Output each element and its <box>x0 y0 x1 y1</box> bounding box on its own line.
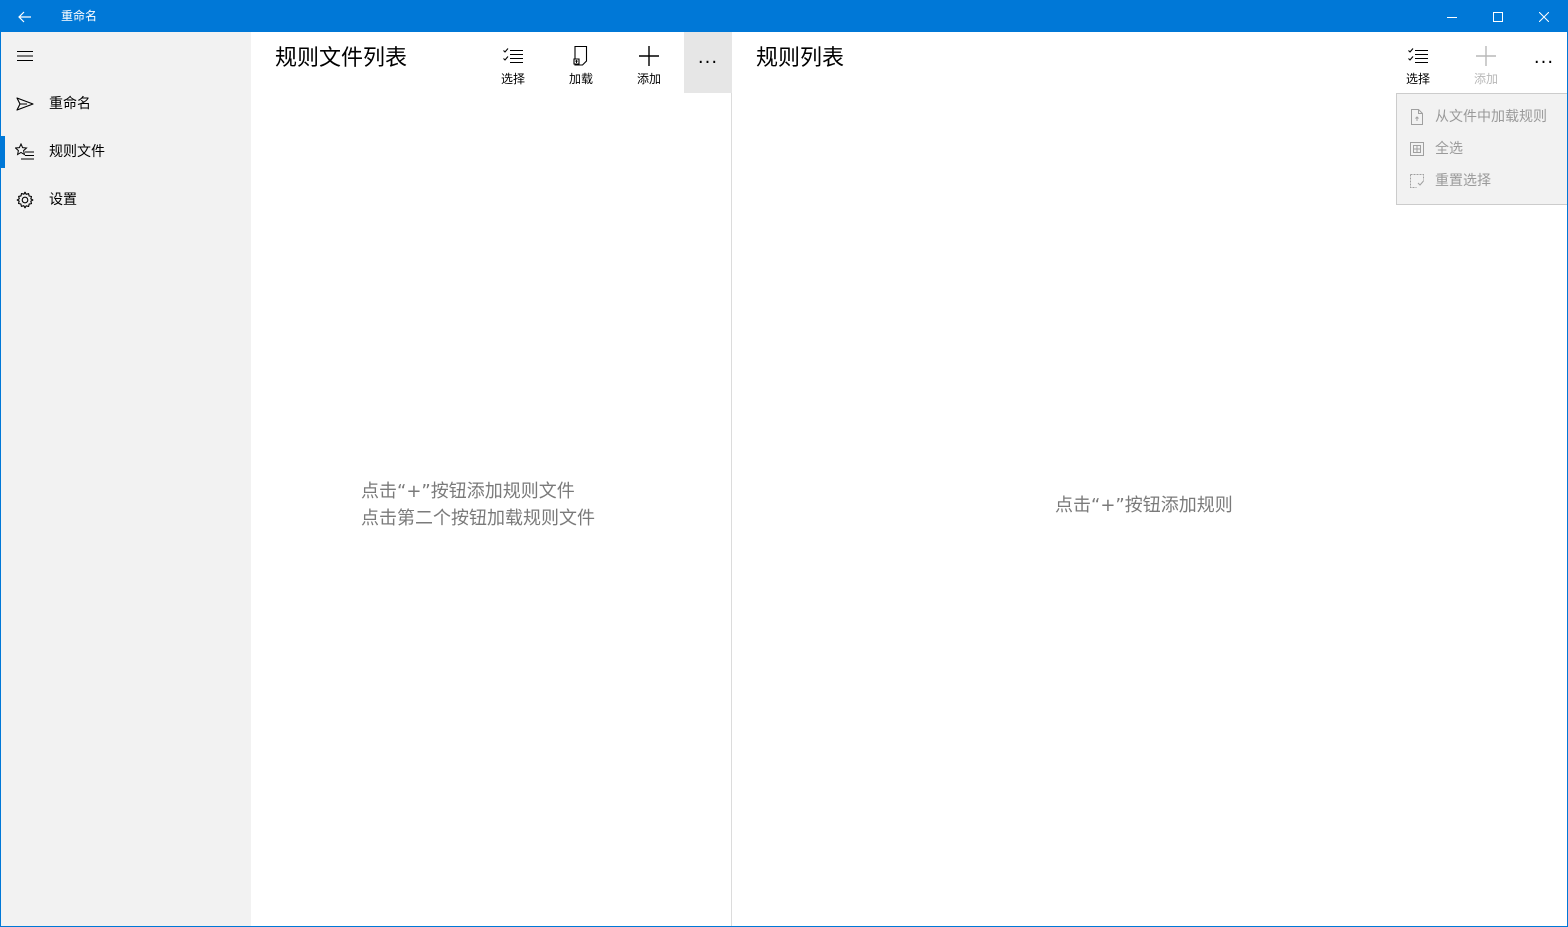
minimize-button[interactable] <box>1429 1 1475 32</box>
nav-item-label: 设置 <box>49 192 77 208</box>
menu-toggle-button[interactable] <box>1 32 49 80</box>
clear-selection-icon <box>1409 173 1425 189</box>
menu-item-label: 全选 <box>1435 141 1463 157</box>
select-label: 选择 <box>500 72 525 86</box>
gear-icon <box>15 190 35 210</box>
nav-item-label: 重命名 <box>49 96 91 112</box>
menu-item-reset-selection[interactable]: 重置选择 <box>1397 165 1567 197</box>
navigation-pane: 重命名 规则文件 设置 <box>1 32 251 926</box>
empty-hint-line-2: 点击第二个按钮加载规则文件 <box>361 508 595 529</box>
back-arrow-icon <box>18 11 31 22</box>
add-label: 添加 <box>1473 72 1498 86</box>
rule-files-panel: 规则文件列表 选择 加载 添加 ··· 点击“+”按钮添加规则文件 点击第二个按… <box>251 32 732 926</box>
nav-item-label: 规则文件 <box>49 144 105 160</box>
minimize-icon <box>1447 16 1457 18</box>
select-all-icon <box>1409 141 1425 157</box>
close-button[interactable] <box>1521 1 1567 32</box>
empty-hint-line-1: 点击“+”按钮添加规则文件 <box>361 481 575 502</box>
add-icon <box>615 44 683 68</box>
load-button[interactable]: 加载 <box>547 32 615 93</box>
rules-empty-hint: 点击“+”按钮添加规则 <box>1055 495 1233 516</box>
rule-files-title: 规则文件列表 <box>275 46 408 71</box>
menu-item-load-rules-from-file[interactable]: 从文件中加载规则 <box>1397 101 1567 133</box>
multiselect-icon <box>479 44 547 68</box>
nav-item-rename[interactable]: 重命名 <box>1 80 251 128</box>
add-icon <box>1452 44 1520 68</box>
window-title: 重命名 <box>61 9 98 23</box>
rules-select-button[interactable]: 选择 <box>1384 32 1452 93</box>
title-bar: 重命名 <box>1 1 1567 32</box>
back-button[interactable] <box>1 1 49 32</box>
more-options-button[interactable]: ··· <box>684 32 732 93</box>
send-icon <box>15 94 35 114</box>
nav-item-rule-files[interactable]: 规则文件 <box>1 128 251 176</box>
nav-item-settings[interactable]: 设置 <box>1 176 251 224</box>
multiselect-icon <box>1384 44 1452 68</box>
maximize-icon <box>1493 11 1503 22</box>
menu-item-select-all[interactable]: 全选 <box>1397 133 1567 165</box>
file-import-icon <box>1409 109 1425 125</box>
add-button[interactable]: 添加 <box>615 32 683 93</box>
hamburger-icon <box>17 51 33 61</box>
rules-add-button[interactable]: 添加 <box>1452 32 1520 93</box>
select-button[interactable]: 选择 <box>479 32 547 93</box>
select-label: 选择 <box>1405 72 1430 86</box>
close-icon <box>1539 11 1549 22</box>
rules-more-options-button[interactable]: ··· <box>1520 32 1567 93</box>
add-label: 添加 <box>636 72 661 86</box>
menu-item-label: 重置选择 <box>1435 173 1491 189</box>
open-file-icon <box>547 44 615 68</box>
maximize-button[interactable] <box>1475 1 1521 32</box>
rules-title: 规则列表 <box>756 46 845 71</box>
overflow-menu: 从文件中加载规则 全选 重置选择 <box>1396 93 1567 205</box>
app-window: 重命名 重命名 规则文件 设置 规则文件列表 选择 加载 添加 ··· 点击“+… <box>0 0 1568 927</box>
load-label: 加载 <box>568 72 593 86</box>
menu-item-label: 从文件中加载规则 <box>1435 109 1547 125</box>
favorite-list-icon <box>15 142 35 162</box>
